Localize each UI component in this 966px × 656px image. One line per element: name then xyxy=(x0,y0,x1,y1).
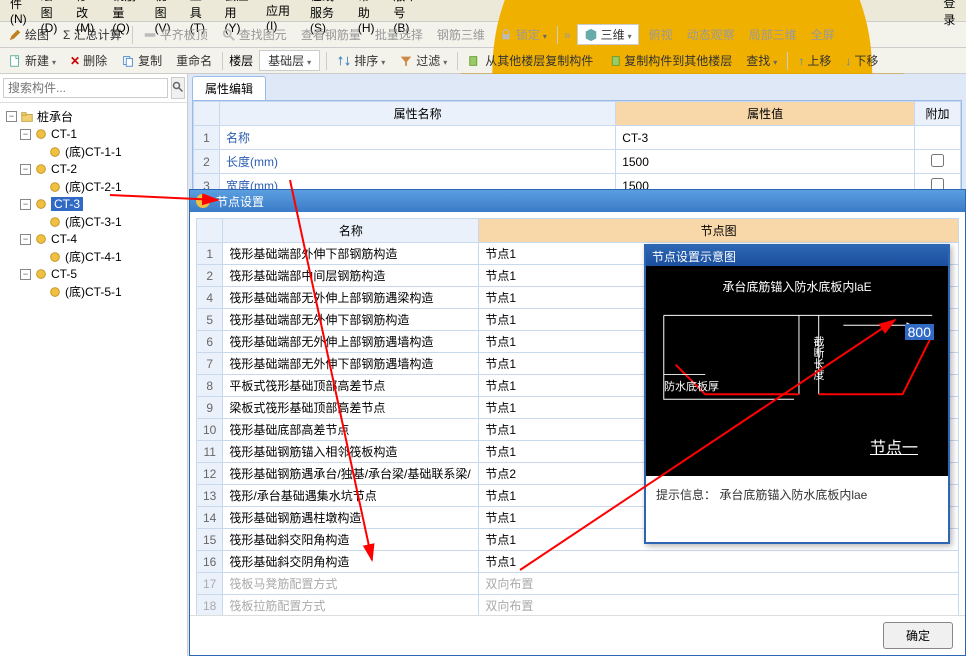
extra-checkbox[interactable] xyxy=(931,154,944,167)
rename-button[interactable]: 重命名 xyxy=(172,50,216,71)
menubar: 件(N) 绘图(D) 修改(M) 钢筋量(Q) 视图(V) 工具(T) 云应用(… xyxy=(0,0,966,22)
copy-to-floor-button[interactable]: 复制构件到其他楼层 xyxy=(603,50,736,71)
export-icon xyxy=(607,54,621,68)
sort-icon xyxy=(337,54,351,68)
chevron-down-icon xyxy=(52,54,56,68)
tree-node-ct1[interactable]: −CT-1 xyxy=(0,126,187,142)
sort-button[interactable]: 排序 xyxy=(333,50,389,71)
col-node-image: 节点图 xyxy=(479,219,959,243)
filter-button[interactable]: 过滤 xyxy=(395,50,451,71)
tree-leaf[interactable]: (底)CT-3-1 xyxy=(0,212,187,231)
flat-top-button[interactable]: 平齐板顶 xyxy=(139,24,212,45)
node-diagram-popup: 节点设置示意图 承台底筋锚入防水底板内laE 800 防水底板厚 截断长度 节点… xyxy=(644,244,950,544)
tree-node-ct5[interactable]: −CT-5 xyxy=(0,266,187,282)
dialog-title: 节点设置 xyxy=(216,193,264,210)
dynamic-observe-button[interactable]: 动态观察 xyxy=(683,24,739,45)
import-icon xyxy=(468,54,482,68)
col-node-name: 名称 xyxy=(223,219,479,243)
dialog-titlebar[interactable]: 节点设置 xyxy=(190,190,965,212)
chevron-down-icon xyxy=(628,28,632,42)
tree-root[interactable]: −桩承台 xyxy=(0,107,187,126)
copy-from-floor-button[interactable]: 从其他楼层复制构件 xyxy=(464,50,597,71)
floor-label: 楼层 xyxy=(229,52,253,69)
dialog-icon xyxy=(196,194,210,208)
new-button[interactable]: 新建 xyxy=(4,50,60,71)
node-row[interactable]: 17筏板马凳筋配置方式双向布置 xyxy=(197,573,959,595)
local-3d-button[interactable]: 局部三维 xyxy=(745,24,801,45)
batch-select-button[interactable]: 批量选择 xyxy=(371,24,427,45)
floor-select[interactable]: 基础层 xyxy=(259,50,320,71)
toolbar-edit: 新建 ✕删除 复制 重命名 楼层 基础层 排序 过滤 从其他楼层复制构件 复制构… xyxy=(0,48,966,74)
tree-leaf[interactable]: (底)CT-2-1 xyxy=(0,177,187,196)
lock-icon xyxy=(499,28,513,42)
search-icon xyxy=(172,81,184,93)
cube-icon xyxy=(584,28,598,42)
diagram-hint: 提示信息： 承台底筋锚入防水底板内lae xyxy=(646,476,948,513)
diagram-top-text: 承台底筋锚入防水底板内laE xyxy=(646,278,948,295)
draw-button[interactable]: 绘图 xyxy=(4,24,53,45)
fullscreen-button[interactable]: 全屏 xyxy=(807,24,839,45)
search-button[interactable] xyxy=(171,77,185,99)
node-row[interactable]: 16筏形基础斜交阴角构造节点1 xyxy=(197,551,959,573)
chevron-down-icon xyxy=(307,54,311,68)
copy-button[interactable]: 复制 xyxy=(117,50,166,71)
tree-leaf[interactable]: (底)CT-4-1 xyxy=(0,247,187,266)
toolbar-view: 绘图 Σ 汇总计算 平齐板顶 查找图元 查看钢筋量 批量选择 钢筋三维 锁定 »… xyxy=(0,22,966,48)
diagram-value[interactable]: 800 xyxy=(905,324,934,340)
tree-node-ct4[interactable]: −CT-4 xyxy=(0,231,187,247)
login-link[interactable]: 登录 xyxy=(937,0,962,30)
component-tree[interactable]: −桩承台−CT-1(底)CT-1-1−CT-2(底)CT-2-1−CT-3(底)… xyxy=(0,103,187,656)
delete-button[interactable]: ✕删除 xyxy=(66,50,111,71)
view3d-select[interactable]: 三维 xyxy=(577,24,639,45)
tree-node-ct3[interactable]: −CT-3 xyxy=(0,196,187,212)
node-row[interactable]: 18筏板拉筋配置方式双向布置 xyxy=(197,595,959,616)
col-extra: 附加 xyxy=(915,102,961,126)
search-icon xyxy=(222,28,236,42)
filter-icon xyxy=(399,54,413,68)
col-name: 属性名称 xyxy=(220,102,616,126)
find-element-button[interactable]: 查找图元 xyxy=(218,24,291,45)
property-row[interactable]: 2长度(mm)1500 xyxy=(194,150,961,174)
copy-icon xyxy=(121,54,135,68)
chevron-down-icon xyxy=(773,54,777,68)
diagram-title: 节点设置示意图 xyxy=(646,246,948,266)
view-rebar-button[interactable]: 查看钢筋量 xyxy=(297,24,365,45)
move-up-button[interactable]: ↑上移 xyxy=(794,50,835,71)
diagram-canvas: 承台底筋锚入防水底板内laE 800 防水底板厚 截断长度 节点一 xyxy=(646,266,948,476)
diagram-node-label: 节点一 xyxy=(870,434,918,458)
chevron-down-icon xyxy=(381,54,385,68)
chevron-down-icon xyxy=(543,28,547,42)
move-down-button[interactable]: ↓下移 xyxy=(841,50,882,71)
tree-leaf[interactable]: (底)CT-1-1 xyxy=(0,142,187,161)
chevron-down-icon xyxy=(443,54,447,68)
tab-properties[interactable]: 属性编辑 xyxy=(192,76,266,100)
find-button[interactable]: 查找 xyxy=(742,50,781,71)
rebar-3d-button[interactable]: 钢筋三维 xyxy=(433,24,489,45)
new-icon xyxy=(8,54,22,68)
ok-button[interactable]: 确定 xyxy=(883,622,953,649)
diagram-slab-label: 防水底板厚 xyxy=(664,378,719,394)
diagram-cut-label: 截断长度 xyxy=(810,336,826,380)
summary-button[interactable]: Σ 汇总计算 xyxy=(59,24,126,45)
lock-button[interactable]: 锁定 xyxy=(495,24,551,45)
perspective-button[interactable]: 俯视 xyxy=(645,24,677,45)
slab-icon xyxy=(143,28,157,42)
property-grid[interactable]: 属性名称属性值附加 1名称CT-32长度(mm)15003宽度(mm)1500 xyxy=(192,100,962,199)
search-input[interactable] xyxy=(3,78,168,98)
tree-node-ct2[interactable]: −CT-2 xyxy=(0,161,187,177)
pencil-icon xyxy=(8,28,22,42)
property-row[interactable]: 1名称CT-3 xyxy=(194,126,961,150)
col-value: 属性值 xyxy=(616,102,915,126)
sidebar: −桩承台−CT-1(底)CT-1-1−CT-2(底)CT-2-1−CT-3(底)… xyxy=(0,74,188,656)
tree-leaf[interactable]: (底)CT-5-1 xyxy=(0,282,187,301)
